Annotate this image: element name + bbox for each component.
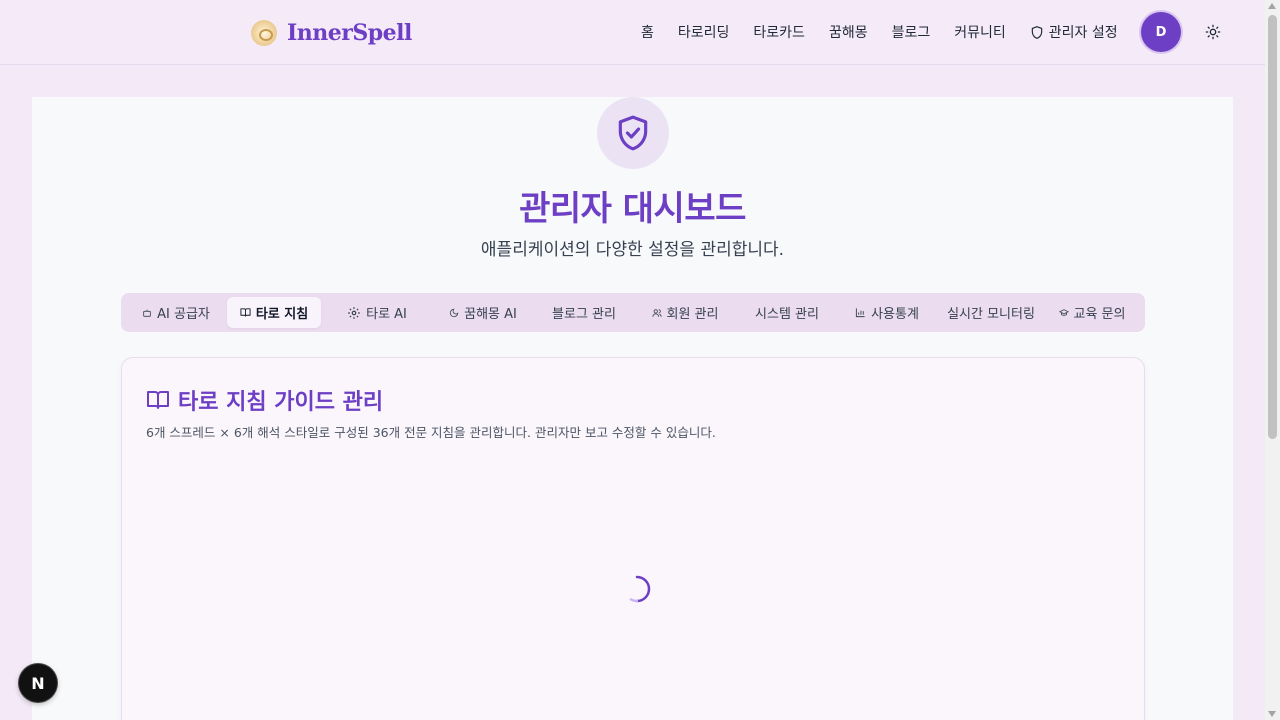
nav-tarot-reading[interactable]: 타로리딩 [678, 22, 730, 42]
tab-label: 실시간 모니터링 [947, 307, 1035, 322]
card-title: 타로 지침 가이드 관리 [178, 390, 384, 415]
moon-icon [450, 308, 459, 317]
users-icon [651, 308, 662, 317]
tab-label: 회원 관리 [666, 307, 719, 322]
page-subtitle: 애플리케이션의 다양한 설정을 관리합니다. [480, 240, 785, 260]
shield-check-icon [618, 115, 648, 151]
tab-tarot-ai[interactable]: 타로 AI [321, 297, 433, 328]
tarot-guideline-card: 타로 지침 가이드 관리 6개 스프레드 × 6개 해석 스타일로 구성된 36… [121, 357, 1145, 720]
nav-dream-interpretation[interactable]: 꿈해몽 [829, 22, 868, 42]
page-scrollbar[interactable] [1265, 0, 1280, 720]
tab-label: 블로그 관리 [552, 307, 616, 322]
brand-logo[interactable]: InnerSpell [251, 18, 412, 48]
tab-label: 꿈해몽 AI [464, 307, 517, 322]
eye-logo-icon [251, 20, 277, 46]
shield-icon [1031, 25, 1043, 39]
card-title-row: 타로 지침 가이드 관리 [146, 384, 383, 416]
scrollbar-thumb[interactable] [1268, 15, 1277, 439]
nextjs-dev-indicator[interactable]: N [19, 664, 57, 702]
tab-label: 사용통계 [871, 307, 919, 322]
graduation-cap-icon [1058, 308, 1069, 316]
main-nav: 홈 타로리딩 타로카드 꿈해몽 블로그 커뮤니티 관리자 설정 [641, 20, 1142, 44]
tab-tarot-guidelines[interactable]: 타로 지침 [227, 297, 321, 328]
tab-dream-ai[interactable]: 꿈해몽 AI [433, 297, 533, 328]
tab-system-management[interactable]: 시스템 관리 [735, 297, 839, 328]
gear-icon [348, 306, 360, 319]
tab-label: 교육 문의 [1073, 307, 1126, 322]
scroll-up-arrow-icon[interactable] [1268, 3, 1276, 9]
tab-ai-provider[interactable]: AI 공급자 [125, 297, 227, 328]
nav-tarot-cards[interactable]: 타로카드 [753, 22, 805, 42]
shield-badge [597, 97, 669, 169]
nav-home[interactable]: 홈 [641, 22, 654, 42]
tab-label: 시스템 관리 [755, 307, 819, 322]
tab-member-management[interactable]: 회원 관리 [635, 297, 735, 328]
user-avatar[interactable]: D [1141, 12, 1181, 52]
nav-blog[interactable]: 블로그 [892, 22, 931, 42]
tab-usage-statistics[interactable]: 사용통계 [839, 297, 935, 328]
tab-blog-management[interactable]: 블로그 관리 [533, 297, 635, 328]
admin-dashboard-panel: 관리자 대시보드 애플리케이션의 다양한 설정을 관리합니다. AI 공급자 타… [32, 97, 1233, 720]
tab-realtime-monitoring[interactable]: 실시간 모니터링 [935, 297, 1047, 328]
bar-chart-icon [855, 308, 865, 318]
book-open-icon [147, 391, 169, 409]
nav-admin-settings[interactable]: 관리자 설정 [1030, 22, 1118, 42]
nav-community[interactable]: 커뮤니티 [954, 22, 1006, 42]
top-header: InnerSpell 홈 타로리딩 타로카드 꿈해몽 블로그 커뮤니티 관리자 … [0, 0, 1265, 65]
loading-spinner-icon [629, 575, 651, 603]
tab-label: 타로 AI [366, 307, 407, 322]
bot-icon [143, 309, 151, 317]
theme-toggle-button[interactable] [1203, 22, 1223, 42]
brand-name: InnerSpell [287, 20, 412, 46]
page-title: 관리자 대시보드 [519, 189, 746, 229]
scroll-down-arrow-icon[interactable] [1268, 711, 1276, 717]
tab-label: AI 공급자 [157, 307, 210, 322]
card-description: 6개 스프레드 × 6개 해석 스타일로 구성된 36개 전문 지침을 관리합니… [146, 425, 716, 440]
book-open-icon [240, 308, 251, 317]
admin-tabs: AI 공급자 타로 지침 타로 AI 꿈해몽 AI 블로그 관리 회원 관리 시… [121, 293, 1145, 332]
tab-label: 타로 지침 [255, 307, 309, 322]
sun-icon [1205, 24, 1221, 40]
tab-education-inquiry[interactable]: 교육 문의 [1047, 297, 1137, 328]
nav-admin-label: 관리자 설정 [1048, 25, 1118, 41]
